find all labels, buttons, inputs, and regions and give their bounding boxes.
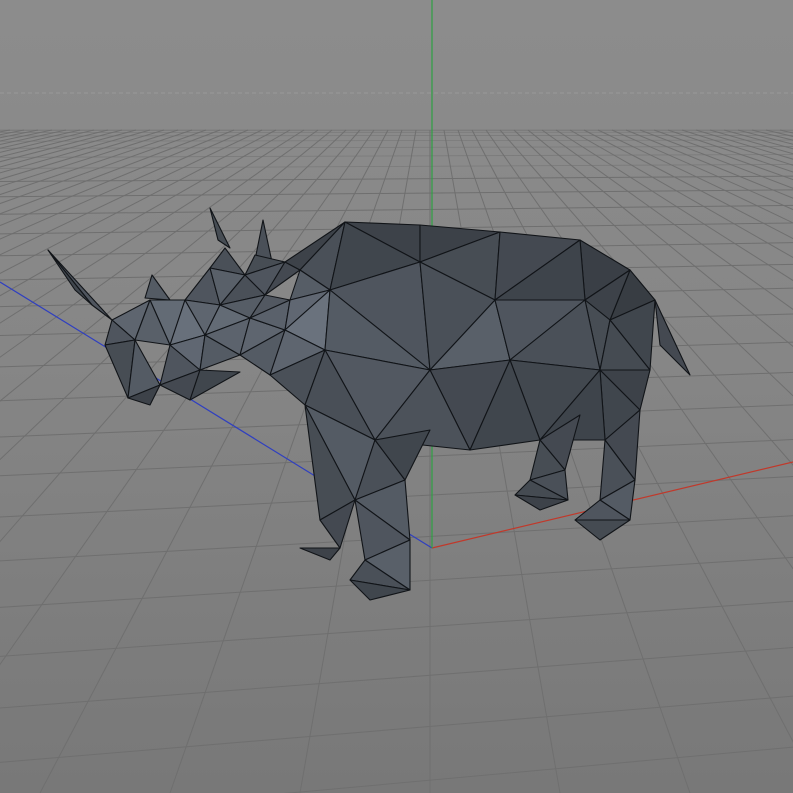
grid-line <box>723 129 793 150</box>
grid-line <box>709 129 793 155</box>
viewport-canvas[interactable] <box>0 0 793 793</box>
mesh-facet <box>209 207 231 249</box>
mesh-facet <box>47 249 93 306</box>
grid-line <box>541 129 793 310</box>
grid-line <box>0 647 793 709</box>
grid-line <box>0 204 793 215</box>
grid-line <box>0 189 793 198</box>
3d-viewport[interactable] <box>0 0 793 793</box>
grid-line <box>0 129 165 180</box>
grid-line <box>779 129 793 134</box>
grid-line <box>0 129 277 274</box>
grid-line <box>0 129 207 205</box>
grid-line <box>0 129 263 256</box>
grid-line <box>485 129 793 570</box>
mesh-facet <box>299 547 341 561</box>
rhino-mesh-icon[interactable] <box>47 207 691 601</box>
grid-line <box>457 129 691 793</box>
grid-line <box>0 129 25 136</box>
grid-line <box>0 129 39 139</box>
grid-line <box>751 129 793 141</box>
mesh-facet <box>574 519 631 541</box>
mesh-facet <box>47 249 113 321</box>
grid-line <box>0 129 291 297</box>
grid-line <box>0 695 793 763</box>
grid-line <box>0 600 793 657</box>
grid-line <box>0 129 193 196</box>
grid-line <box>639 129 793 189</box>
grid-line <box>0 129 319 358</box>
grid-line <box>737 129 793 145</box>
grid-line <box>667 129 793 173</box>
grid-line <box>0 129 95 153</box>
grid-line <box>283 746 793 793</box>
grid-line <box>653 129 793 181</box>
grid-line <box>0 139 793 142</box>
grid-line <box>0 129 53 142</box>
grid-line <box>0 129 11 133</box>
grid-line <box>611 129 793 211</box>
mesh-facet <box>144 274 171 301</box>
grid-line <box>0 129 179 188</box>
grid-line <box>0 129 305 324</box>
grid-line <box>555 129 793 282</box>
mesh-facet <box>654 299 691 376</box>
grid-line <box>0 129 67 146</box>
grid-line <box>0 129 123 163</box>
grid-line <box>0 134 793 137</box>
grid-line <box>0 129 333 402</box>
grid-line <box>0 129 81 149</box>
grid-line <box>765 129 793 137</box>
